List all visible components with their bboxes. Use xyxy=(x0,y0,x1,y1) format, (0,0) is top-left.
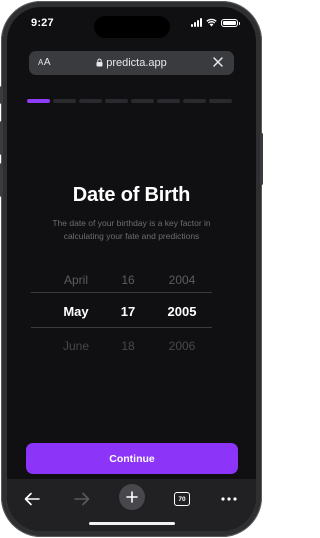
status-time: 9:27 xyxy=(31,17,54,29)
action-button xyxy=(0,86,3,104)
year-option[interactable]: 2004 xyxy=(156,273,208,287)
picker-row-selected[interactable]: May 17 2005 xyxy=(54,294,212,328)
volume-up-button xyxy=(0,121,3,155)
progress-segment xyxy=(27,99,50,103)
month-option[interactable]: April xyxy=(54,273,98,287)
year-option[interactable]: 2006 xyxy=(156,339,208,353)
selected-month[interactable]: May xyxy=(54,304,98,319)
close-icon[interactable] xyxy=(211,55,225,69)
plus-icon xyxy=(126,491,138,503)
back-button[interactable] xyxy=(21,489,43,509)
arrow-left-icon xyxy=(24,492,40,506)
address-text[interactable]: predicta.app xyxy=(29,57,234,69)
picker-row-previous[interactable]: April 16 2004 xyxy=(54,263,212,297)
progress-segment xyxy=(183,99,206,103)
address-bar[interactable]: AA predicta.app xyxy=(29,51,234,75)
month-option[interactable]: June xyxy=(54,339,98,353)
progress-segment xyxy=(157,99,180,103)
home-indicator xyxy=(89,522,175,525)
power-button xyxy=(260,133,263,185)
progress-segment xyxy=(79,99,102,103)
more-button[interactable] xyxy=(218,489,240,509)
tabs-button[interactable]: 70 xyxy=(171,489,193,509)
progress-segment xyxy=(209,99,232,103)
volume-down-button xyxy=(0,163,3,197)
new-tab-button[interactable] xyxy=(119,484,145,510)
tabs-count-icon: 70 xyxy=(174,492,190,506)
lock-icon xyxy=(96,58,103,67)
selected-day[interactable]: 17 xyxy=(116,304,140,319)
selected-year[interactable]: 2005 xyxy=(156,304,208,319)
dynamic-island xyxy=(94,16,170,38)
battery-icon xyxy=(221,18,240,27)
arrow-right-icon xyxy=(74,492,90,506)
phone-frame: 9:27 AA predicta.app Date of Birth The d… xyxy=(0,1,263,537)
progress-segment xyxy=(53,99,76,103)
status-bar: 9:27 xyxy=(7,7,256,41)
day-option[interactable]: 16 xyxy=(116,273,140,287)
wifi-icon xyxy=(206,18,217,27)
browser-toolbar: 70 xyxy=(7,479,256,531)
progress-segment xyxy=(131,99,154,103)
page-subtitle: The date of your birthday is a key facto… xyxy=(52,218,211,241)
progress-segment xyxy=(105,99,128,103)
system-indicators xyxy=(191,18,240,27)
picker-row-next[interactable]: June 18 2006 xyxy=(54,329,212,363)
screen: 9:27 AA predicta.app Date of Birth The d… xyxy=(7,7,256,531)
more-dots-icon xyxy=(221,497,237,501)
step-progress xyxy=(27,99,232,103)
continue-button[interactable]: Continue xyxy=(26,443,238,474)
cellular-signal-icon xyxy=(191,18,202,27)
day-option[interactable]: 18 xyxy=(116,339,140,353)
forward-button[interactable] xyxy=(71,489,93,509)
url-text: predicta.app xyxy=(106,57,167,69)
page-title: Date of Birth xyxy=(72,184,191,206)
